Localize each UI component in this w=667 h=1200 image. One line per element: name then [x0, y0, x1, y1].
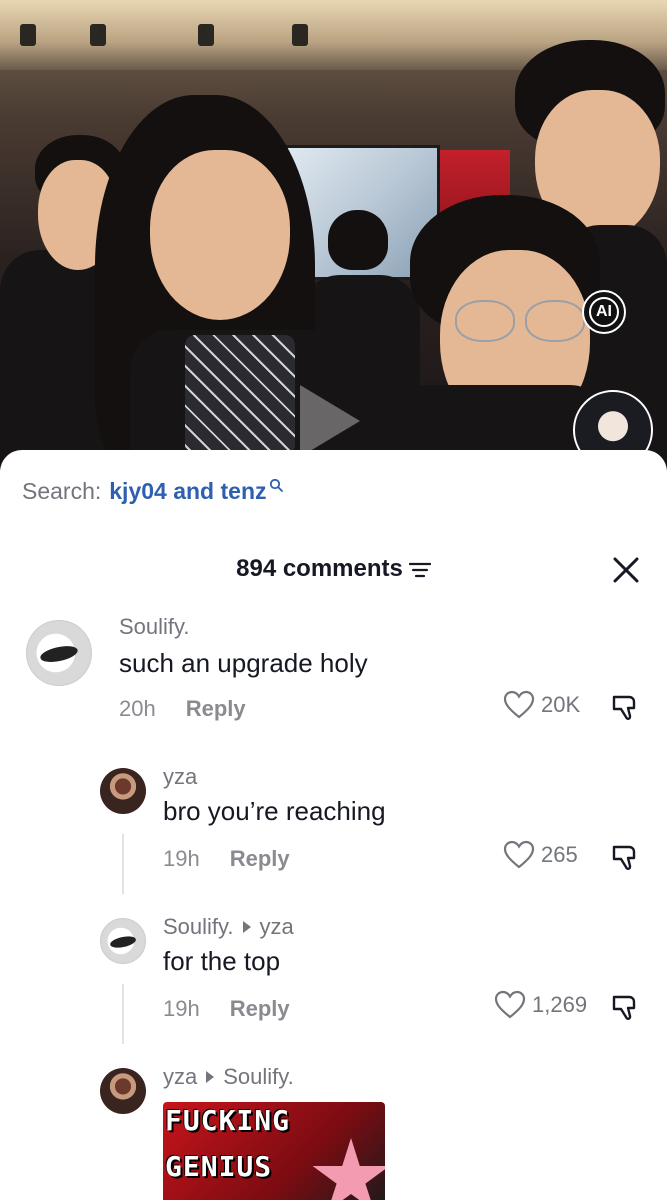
- person-shape: [150, 150, 290, 320]
- person-glasses: [455, 300, 515, 342]
- comment-item: Soulify. such an upgrade holy 20h Reply …: [0, 610, 667, 730]
- comment-username[interactable]: Soulify. yza: [163, 914, 294, 940]
- person-shape: [328, 210, 388, 270]
- meme-caption-line2: GENIUS: [165, 1150, 273, 1183]
- search-prefix: Search:: [22, 478, 102, 504]
- ai-badge-button[interactable]: AI: [582, 290, 626, 334]
- arrow-right-icon: [242, 921, 251, 933]
- search-icon: [269, 478, 283, 492]
- person-glasses: [525, 300, 585, 342]
- comment-text: such an upgrade holy: [119, 648, 368, 678]
- dislike-icon[interactable]: [609, 692, 641, 724]
- reply-button[interactable]: Reply: [186, 696, 246, 722]
- avatar[interactable]: [100, 768, 146, 814]
- heart-icon: [494, 990, 526, 1019]
- avatar[interactable]: [100, 918, 146, 964]
- reply-to-username[interactable]: yza: [260, 914, 294, 940]
- meme-character: [312, 1138, 385, 1200]
- username-label[interactable]: Soulify.: [163, 914, 234, 940]
- comment-time: 19h: [163, 846, 200, 871]
- play-icon[interactable]: [300, 385, 360, 457]
- video-player[interactable]: AI: [0, 0, 667, 470]
- comment-meta: 20h Reply: [119, 696, 246, 722]
- dislike-icon[interactable]: [609, 842, 641, 874]
- close-icon[interactable]: [610, 554, 642, 586]
- comment-meta: 19h Reply: [163, 846, 290, 872]
- ai-badge-label: AI: [589, 297, 619, 327]
- ceiling-lamp: [198, 24, 214, 46]
- thread-line: [122, 984, 124, 1044]
- comment-reply-item: Soulify. yza for the top 19h Reply 1,269: [0, 910, 667, 1030]
- dislike-icon[interactable]: [609, 992, 641, 1024]
- meme-caption-line1: FUCKING: [165, 1104, 291, 1137]
- comment-text: bro you’re reaching: [163, 796, 386, 826]
- comments-header: 894 comments: [0, 550, 667, 590]
- reply-button[interactable]: Reply: [230, 846, 290, 872]
- avatar[interactable]: [100, 1068, 146, 1114]
- filter-icon[interactable]: [408, 560, 431, 578]
- comments-sheet: Search: kjy04 and tenz 894 comments Soul…: [0, 450, 667, 1200]
- thread-line: [122, 834, 124, 894]
- reply-button[interactable]: Reply: [230, 996, 290, 1022]
- comment-meme-image[interactable]: FUCKING GENIUS: [163, 1102, 385, 1200]
- arrow-right-icon: [206, 1071, 215, 1083]
- like-button[interactable]: 1,269: [494, 990, 587, 1020]
- like-count: 265: [541, 842, 578, 867]
- like-count: 1,269: [532, 992, 588, 1017]
- ceiling-lamp: [292, 24, 308, 46]
- comment-meta: 19h Reply: [163, 996, 290, 1022]
- comment-reply-item: yza bro you’re reaching 19h Reply 265: [0, 760, 667, 880]
- ceiling-lamp: [90, 24, 106, 46]
- comment-username[interactable]: yza: [163, 764, 197, 790]
- reply-to-username[interactable]: Soulify.: [223, 1064, 294, 1090]
- comment-username[interactable]: Soulify.: [119, 614, 190, 640]
- comment-time: 20h: [119, 696, 156, 721]
- like-button[interactable]: 265: [503, 840, 578, 870]
- comment-username[interactable]: yza Soulify.: [163, 1064, 294, 1090]
- comment-count-label: 894 comments: [236, 555, 403, 582]
- username-label[interactable]: yza: [163, 1064, 197, 1090]
- comment-time: 19h: [163, 996, 200, 1021]
- avatar[interactable]: [26, 620, 92, 686]
- comment-text: for the top: [163, 946, 281, 976]
- heart-icon: [503, 840, 535, 869]
- heart-icon: [503, 690, 535, 719]
- comment-count[interactable]: 894 comments: [0, 555, 667, 583]
- search-term-link[interactable]: kjy04 and tenz: [109, 478, 266, 505]
- ceiling-lamp: [20, 24, 36, 46]
- search-suggestion[interactable]: Search: kjy04 and tenz: [22, 478, 283, 505]
- username-label[interactable]: Soulify.: [119, 614, 190, 640]
- username-label[interactable]: yza: [163, 764, 197, 790]
- person-shape: [185, 335, 295, 455]
- like-count: 20K: [541, 692, 581, 717]
- like-button[interactable]: 20K: [503, 690, 580, 720]
